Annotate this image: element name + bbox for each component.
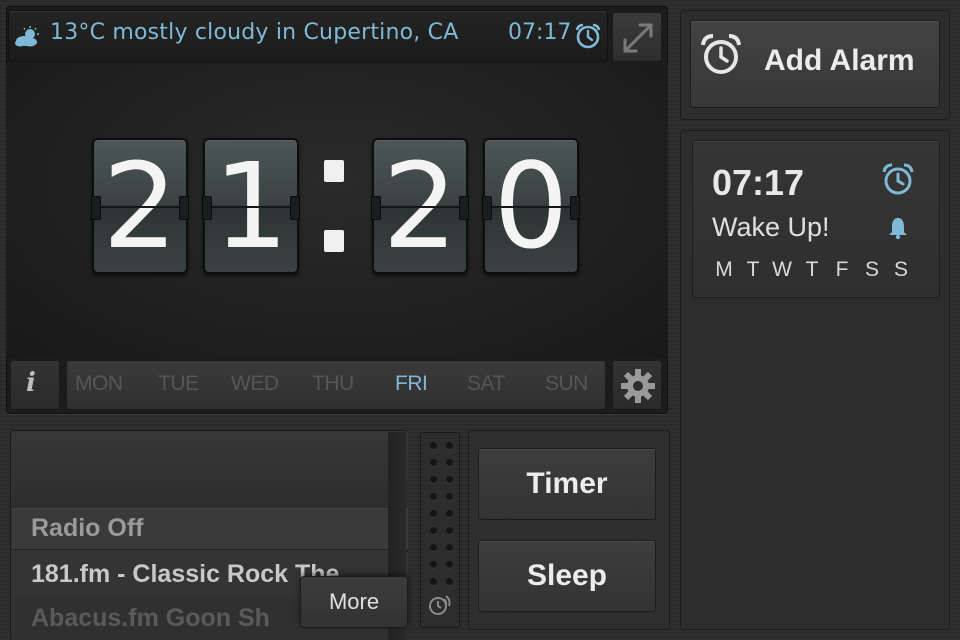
sleep-button[interactable]: Sleep — [478, 540, 656, 612]
flip-hinge — [374, 206, 466, 208]
speaker-dot — [446, 561, 453, 568]
speaker-dot — [446, 493, 453, 500]
weekday-sat: SAT — [467, 372, 505, 395]
speaker-dot — [430, 459, 437, 466]
flip-hinge-right — [570, 196, 580, 220]
station-label: 181.fm - Classic Rock The — [31, 560, 340, 588]
flip-hinge-left — [371, 196, 381, 220]
repeat-day-thu: T — [805, 258, 819, 281]
colon-dot-bottom — [324, 230, 344, 252]
speaker-dot — [446, 459, 453, 466]
radio-off-label: Radio Off — [31, 514, 144, 542]
speaker-dot — [430, 578, 437, 585]
alarm-clock-icon — [575, 23, 601, 49]
speaker-dot — [430, 527, 437, 534]
weather-text: 13°C mostly cloudy in Cupertino, CA — [50, 20, 459, 45]
station-label: Abacus.fm Goon Sh — [31, 604, 270, 632]
repeat-day-fri: F — [835, 258, 849, 281]
repeat-day-mon: M — [715, 258, 733, 281]
repeat-day-sun: S — [893, 258, 908, 281]
speaker-dot — [430, 561, 437, 568]
flip-hinge — [205, 206, 297, 208]
flip-hinge-right — [290, 196, 300, 220]
alarm-clock-icon — [701, 34, 741, 74]
settings-button[interactable] — [612, 360, 662, 410]
radio-list-spacer — [12, 432, 408, 508]
weekday-fri: FRI — [395, 372, 428, 395]
weekday-sun: SUN — [545, 372, 588, 395]
add-alarm-label: Add Alarm — [764, 44, 915, 77]
flip-hinge-left — [202, 196, 212, 220]
alarm-time: 07:17 — [712, 162, 805, 203]
clock-colon — [310, 138, 360, 274]
weekday-wed: WED — [231, 372, 279, 395]
speaker-dot — [430, 493, 437, 500]
flip-hinge-left — [91, 196, 101, 220]
alarm-label: Wake Up! — [712, 212, 830, 242]
timer-button[interactable]: Timer — [478, 448, 656, 520]
hour-tens-digit: 2 — [91, 138, 189, 274]
repeat-day-sat: S — [864, 258, 879, 281]
speaker-dot — [446, 476, 453, 483]
minute-ones-digit: 0 — [482, 138, 580, 274]
speaker-dot — [446, 544, 453, 551]
speaker-dot — [446, 510, 453, 517]
weekday-tue: TUE — [158, 372, 199, 395]
alarm-toggle-icon[interactable] — [880, 162, 916, 198]
speaker-dot — [446, 442, 453, 449]
weekday-thu: THU — [312, 372, 354, 395]
fullscreen-button[interactable] — [612, 12, 662, 62]
speaker-dot — [430, 510, 437, 517]
flip-hinge-right — [179, 196, 189, 220]
flip-hinge — [485, 206, 577, 208]
weekday-mon: MON — [75, 372, 123, 395]
speaker-dot — [446, 527, 453, 534]
speaker-dot — [430, 476, 437, 483]
repeat-day-tue: T — [746, 258, 760, 281]
speaker-dot — [430, 544, 437, 551]
speaker-dot — [430, 442, 437, 449]
colon-dot-top — [324, 160, 344, 182]
flip-hinge-right — [459, 196, 469, 220]
next-alarm-time: 07:17 — [508, 20, 572, 45]
gear-icon — [621, 369, 655, 403]
info-icon: i — [26, 368, 36, 398]
minute-tens-digit: 2 — [371, 138, 469, 274]
expand-icon — [623, 23, 653, 53]
more-button[interactable]: More — [300, 576, 408, 628]
flip-hinge — [94, 206, 186, 208]
repeat-day-wed: W — [772, 258, 792, 281]
flip-hinge-left — [482, 196, 492, 220]
partly-cloudy-icon — [15, 26, 39, 47]
hour-ones-digit: 1 — [202, 138, 300, 274]
snooze-icon[interactable] — [426, 590, 454, 618]
bell-icon — [889, 218, 907, 240]
speaker-dot — [446, 578, 453, 585]
